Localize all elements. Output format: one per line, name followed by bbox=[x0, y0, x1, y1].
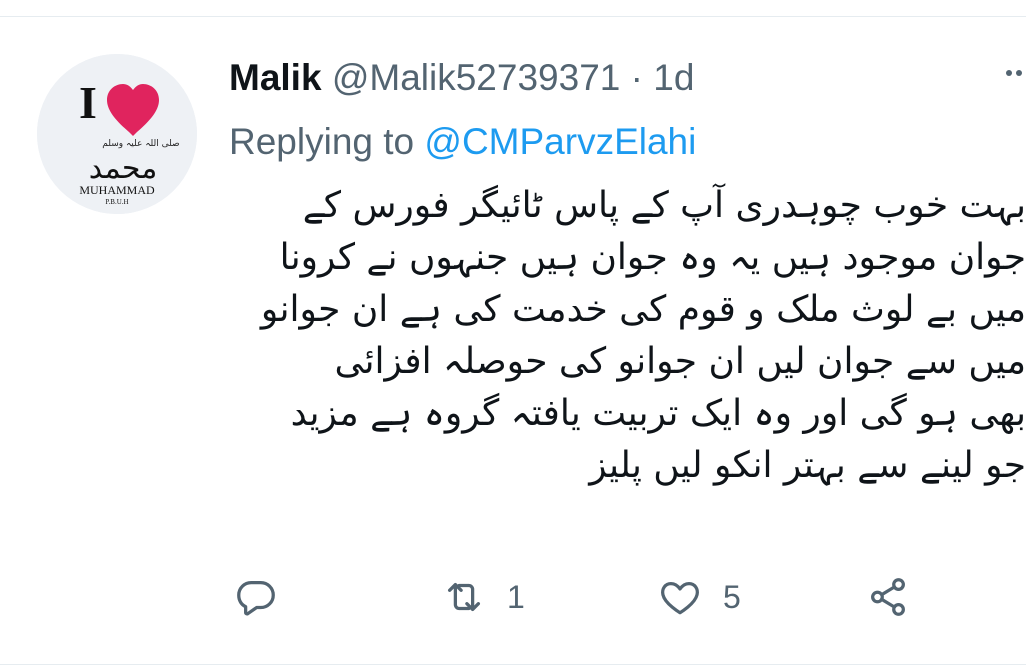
reply-button[interactable] bbox=[233, 572, 299, 622]
retweet-count: 1 bbox=[507, 578, 525, 615]
tweet-text-line: میں سے جوان لیں ان جوانو کی حوصلہ افزائی bbox=[334, 341, 1026, 382]
tweet-text-line: جوان موجود ہیں یہ وہ جوان ہیں جنہوں نے ک… bbox=[279, 237, 1026, 278]
timestamp[interactable]: 1d bbox=[653, 57, 694, 98]
like-count: 5 bbox=[723, 578, 741, 615]
retweet-icon bbox=[447, 582, 481, 612]
bottom-divider bbox=[0, 664, 1026, 665]
tweet-text-line: جو لینے سے بہتر انکو لیں پلیز bbox=[589, 445, 1026, 486]
display-name[interactable]: Malik bbox=[229, 57, 322, 98]
reply-icon bbox=[237, 580, 275, 616]
tweet-text-line: بھی ہو گی اور وہ ایک تربیت یافتہ گروہ ہے… bbox=[290, 393, 1026, 434]
heart-icon bbox=[661, 581, 699, 615]
avatar-heading: I bbox=[79, 77, 97, 128]
retweet-button[interactable]: 1 bbox=[441, 572, 525, 622]
like-button[interactable]: 5 bbox=[657, 572, 741, 622]
tweet-text-line: بہت خوب چوہدری آپ کے پاس ٹائیگر فورس کے bbox=[302, 185, 1026, 226]
avatar-arabic-text: محمد bbox=[89, 151, 158, 186]
share-icon bbox=[871, 578, 905, 616]
avatar[interactable]: I صلی اللہ علیہ وسلم محمد MUHAMMAD P.B.U… bbox=[37, 54, 197, 214]
avatar-small-arabic: صلی اللہ علیہ وسلم bbox=[102, 139, 179, 149]
separator-dot: · bbox=[630, 57, 643, 98]
more-options-icon[interactable] bbox=[1001, 58, 1026, 88]
tweet-actions: 1 5 bbox=[229, 572, 949, 622]
avatar-caption: MUHAMMAD bbox=[79, 183, 155, 197]
tweet-text: بہت خوب چوہدری آپ کے پاس ٹائیگر فورس کے … bbox=[206, 180, 1026, 492]
tweet-text-line: میں بے لوث ملک و قوم کی خدمت کی ہے ان جو… bbox=[260, 289, 1026, 330]
replying-to-mention[interactable]: @CMParvzElahi bbox=[424, 121, 696, 162]
replying-to: Replying to @CMParvzElahi bbox=[229, 118, 696, 166]
tweet-header: Malik @Malik52739371 · 1d bbox=[229, 56, 694, 100]
share-button[interactable] bbox=[865, 572, 931, 622]
top-divider bbox=[0, 16, 1026, 17]
replying-prefix: Replying to bbox=[229, 121, 425, 162]
avatar-image: I صلی اللہ علیہ وسلم محمد MUHAMMAD P.B.U… bbox=[37, 54, 197, 214]
user-handle[interactable]: @Malik52739371 bbox=[332, 57, 621, 98]
avatar-sub-caption: P.B.U.H bbox=[105, 198, 128, 206]
